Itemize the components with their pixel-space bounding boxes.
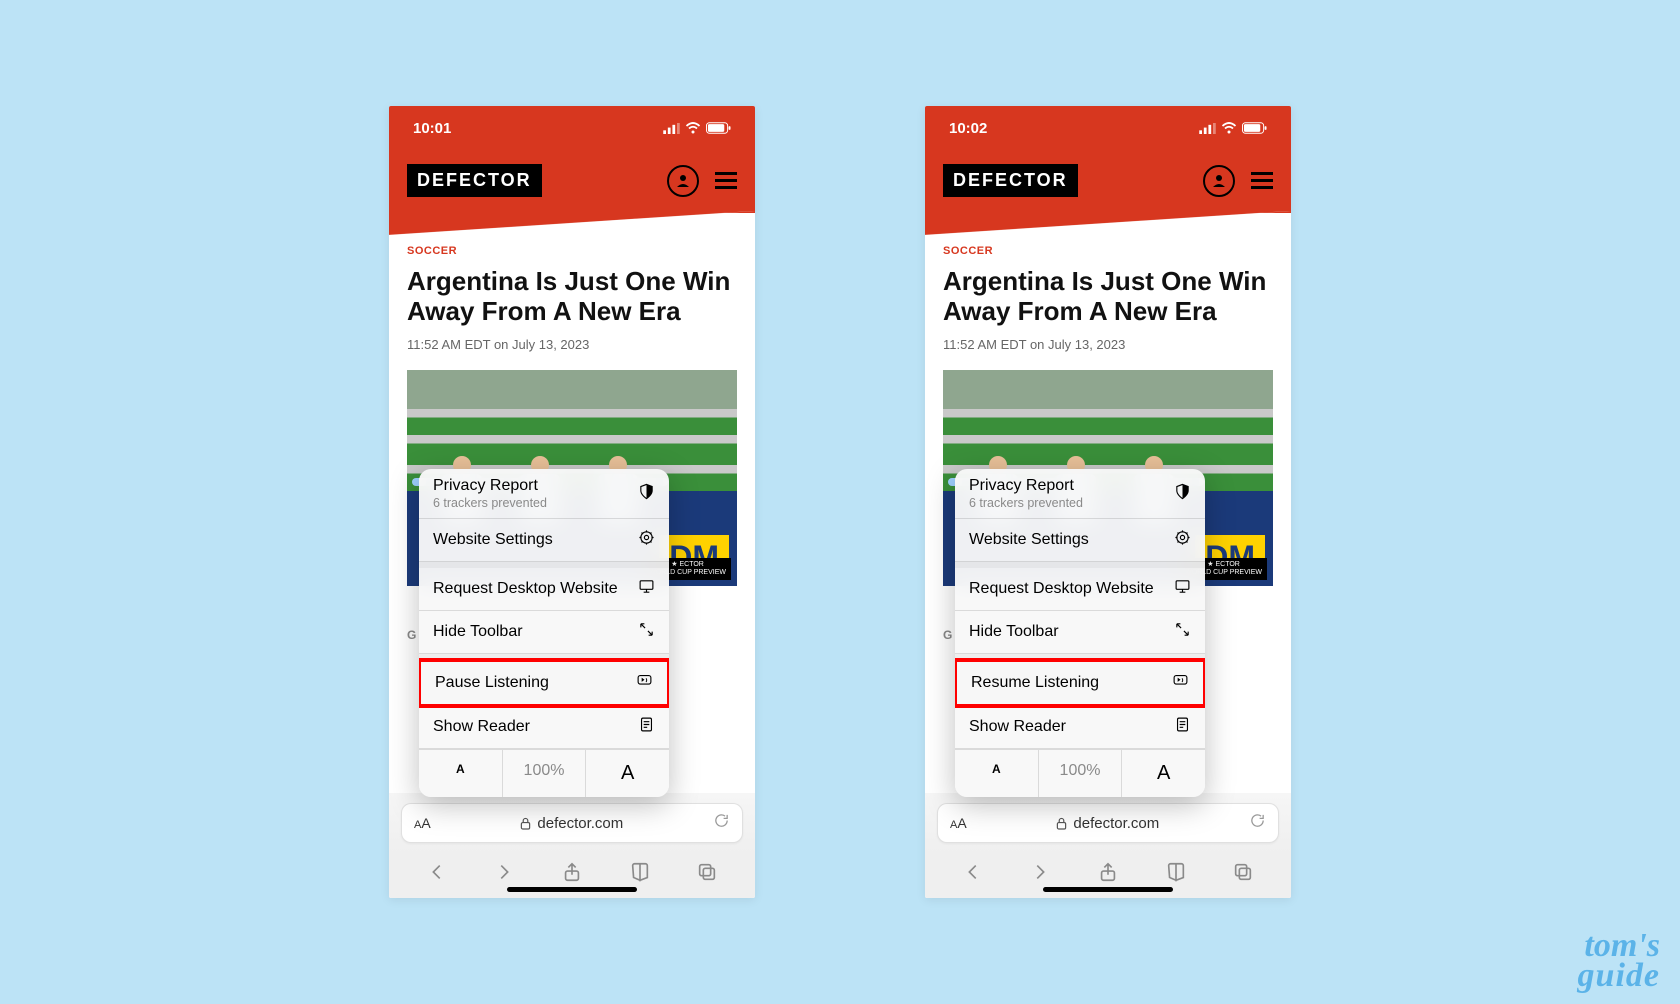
aa-button[interactable]: AA bbox=[950, 815, 967, 831]
menu-request-desktop[interactable]: Request Desktop Website bbox=[419, 568, 669, 611]
aa-menu-popup: Privacy Report 6 trackers prevented Webs… bbox=[955, 469, 1205, 797]
gear-icon bbox=[1174, 529, 1191, 551]
zoom-in-button[interactable]: A bbox=[586, 750, 669, 797]
menu-listen-action[interactable]: Pause Listening bbox=[419, 658, 669, 708]
address-bar[interactable]: AA defector.com bbox=[401, 803, 743, 843]
account-icon[interactable] bbox=[1203, 165, 1235, 197]
zoom-out-button[interactable]: A bbox=[419, 750, 503, 797]
reader-icon bbox=[638, 716, 655, 738]
shield-icon bbox=[1174, 483, 1191, 505]
address-shelf: AA defector.com bbox=[925, 793, 1291, 853]
gear-icon bbox=[638, 529, 655, 551]
home-indicator[interactable] bbox=[507, 887, 637, 892]
reload-icon[interactable] bbox=[1249, 812, 1266, 834]
wifi-icon bbox=[1221, 122, 1237, 134]
zoom-value: 100% bbox=[503, 750, 587, 797]
status-time: 10:01 bbox=[413, 120, 451, 137]
article-headline: Argentina Is Just One Win Away From A Ne… bbox=[943, 267, 1273, 327]
speaker-bubble-icon bbox=[636, 672, 653, 694]
hamburger-menu-icon[interactable] bbox=[715, 172, 737, 189]
address-shelf: AA defector.com bbox=[389, 793, 755, 853]
menu-privacy-report[interactable]: Privacy Report 6 trackers prevented bbox=[419, 469, 669, 519]
site-header: DEFECTOR bbox=[925, 150, 1291, 213]
bookmarks-icon[interactable] bbox=[629, 861, 651, 888]
article-timestamp: 11:52 AM EDT on July 13, 2023 bbox=[943, 337, 1273, 352]
menu-listen-action[interactable]: Resume Listening bbox=[955, 658, 1205, 708]
menu-privacy-sub: 6 trackers prevented bbox=[433, 496, 547, 510]
home-indicator[interactable] bbox=[1043, 887, 1173, 892]
site-logo[interactable]: DEFECTOR bbox=[943, 164, 1078, 197]
caption-initial: G bbox=[943, 628, 952, 642]
menu-privacy-sub: 6 trackers prevented bbox=[969, 496, 1083, 510]
phone-left: 10:01 DEFECTOR SOCCER Argentina Is Just … bbox=[389, 106, 755, 898]
zoom-row: A 100% A bbox=[955, 749, 1205, 797]
watermark-logo: tom's guide bbox=[1578, 931, 1660, 992]
url-display: defector.com bbox=[1056, 815, 1159, 832]
article-timestamp: 11:52 AM EDT on July 13, 2023 bbox=[407, 337, 737, 352]
bookmarks-icon[interactable] bbox=[1165, 861, 1187, 888]
desktop-icon bbox=[1174, 578, 1191, 600]
tabs-icon[interactable] bbox=[696, 861, 718, 888]
menu-privacy-title: Privacy Report bbox=[969, 477, 1083, 495]
cellular-icon bbox=[1199, 123, 1216, 134]
address-bar[interactable]: AA defector.com bbox=[937, 803, 1279, 843]
back-icon[interactable] bbox=[426, 861, 448, 888]
menu-show-reader[interactable]: Show Reader bbox=[419, 706, 669, 749]
battery-icon bbox=[706, 122, 731, 134]
aa-menu-popup: Privacy Report 6 trackers prevented Webs… bbox=[419, 469, 669, 797]
zoom-value: 100% bbox=[1039, 750, 1123, 797]
aa-button[interactable]: AA bbox=[414, 815, 431, 831]
account-icon[interactable] bbox=[667, 165, 699, 197]
reload-icon[interactable] bbox=[713, 812, 730, 834]
lock-icon bbox=[520, 817, 531, 830]
shield-icon bbox=[638, 483, 655, 505]
back-icon[interactable] bbox=[962, 861, 984, 888]
cellular-icon bbox=[663, 123, 680, 134]
lock-icon bbox=[1056, 817, 1067, 830]
reader-icon bbox=[1174, 716, 1191, 738]
zoom-row: A 100% A bbox=[419, 749, 669, 797]
forward-icon[interactable] bbox=[493, 861, 515, 888]
battery-icon bbox=[1242, 122, 1267, 134]
caption-initial: G bbox=[407, 628, 416, 642]
expand-arrows-icon bbox=[1174, 621, 1191, 643]
zoom-in-button[interactable]: A bbox=[1122, 750, 1205, 797]
status-icons bbox=[1199, 122, 1267, 134]
menu-website-settings[interactable]: Website Settings bbox=[419, 519, 669, 562]
comparison-stage: 10:01 DEFECTOR SOCCER Argentina Is Just … bbox=[0, 0, 1680, 1004]
menu-hide-toolbar[interactable]: Hide Toolbar bbox=[955, 611, 1205, 654]
wifi-icon bbox=[685, 122, 701, 134]
menu-privacy-title: Privacy Report bbox=[433, 477, 547, 495]
status-time: 10:02 bbox=[949, 120, 987, 137]
url-display: defector.com bbox=[520, 815, 623, 832]
menu-website-settings[interactable]: Website Settings bbox=[955, 519, 1205, 562]
expand-arrows-icon bbox=[638, 621, 655, 643]
share-icon[interactable] bbox=[1097, 861, 1119, 888]
article-category[interactable]: SOCCER bbox=[943, 245, 1273, 257]
menu-hide-toolbar[interactable]: Hide Toolbar bbox=[419, 611, 669, 654]
site-header: DEFECTOR bbox=[389, 150, 755, 213]
tabs-icon[interactable] bbox=[1232, 861, 1254, 888]
forward-icon[interactable] bbox=[1029, 861, 1051, 888]
share-icon[interactable] bbox=[561, 861, 583, 888]
status-bar: 10:01 bbox=[389, 106, 755, 150]
menu-request-desktop[interactable]: Request Desktop Website bbox=[955, 568, 1205, 611]
menu-show-reader[interactable]: Show Reader bbox=[955, 706, 1205, 749]
zoom-out-button[interactable]: A bbox=[955, 750, 1039, 797]
desktop-icon bbox=[638, 578, 655, 600]
article-headline: Argentina Is Just One Win Away From A Ne… bbox=[407, 267, 737, 327]
status-bar: 10:02 bbox=[925, 106, 1291, 150]
status-icons bbox=[663, 122, 731, 134]
hamburger-menu-icon[interactable] bbox=[1251, 172, 1273, 189]
speaker-bubble-icon bbox=[1172, 672, 1189, 694]
menu-privacy-report[interactable]: Privacy Report 6 trackers prevented bbox=[955, 469, 1205, 519]
phone-right: 10:02 DEFECTOR SOCCER Argentina Is Just … bbox=[925, 106, 1291, 898]
site-logo[interactable]: DEFECTOR bbox=[407, 164, 542, 197]
article-category[interactable]: SOCCER bbox=[407, 245, 737, 257]
